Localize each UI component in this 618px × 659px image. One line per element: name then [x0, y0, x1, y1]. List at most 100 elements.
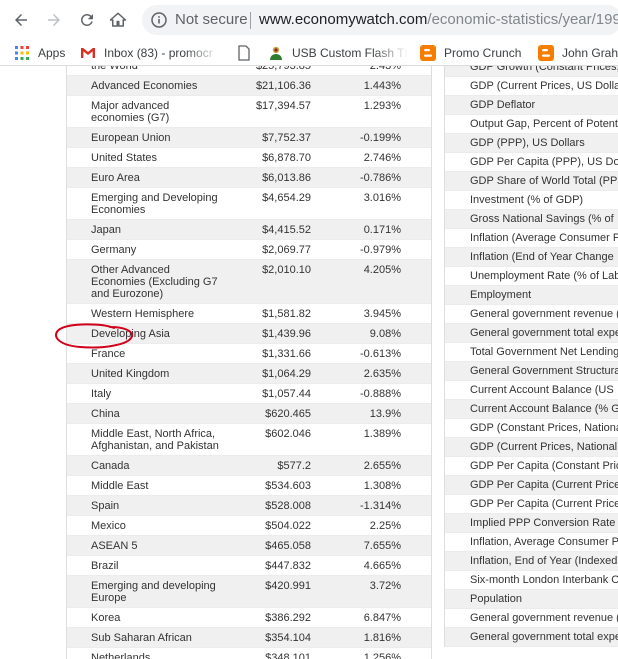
gdp-value: $2,010.10	[262, 264, 311, 276]
statistic-link[interactable]: Six-month London Interbank O	[445, 571, 618, 590]
country-name[interactable]: Netherlands	[67, 648, 225, 659]
gdp-value: $1,581.82	[262, 308, 311, 320]
statistic-link[interactable]: GDP (Current Prices, US Dolla	[445, 77, 618, 96]
table-row: Advanced Economies $21,106.36 1.443%	[67, 76, 431, 96]
statistic-link[interactable]: Current Account Balance (% G	[445, 400, 618, 419]
growth-percent: 1.816%	[363, 632, 401, 644]
gdp-value: $1,439.96	[262, 328, 311, 340]
growth-percent: 6.847%	[363, 612, 401, 624]
country-name[interactable]: Euro Area	[67, 168, 225, 187]
table-row: Germany $2,069.77 -0.979%	[67, 240, 431, 260]
bookmark-gmail[interactable]: Inbox (83) - promocr	[80, 44, 220, 62]
gdp-value: $534.603	[265, 480, 311, 492]
country-name[interactable]: Developing Asia	[67, 324, 225, 343]
country-name[interactable]: Japan	[67, 220, 225, 239]
gdp-value: $386.292	[265, 612, 311, 624]
gdp-value: $1,331.66	[262, 348, 311, 360]
url-text[interactable]: www.economywatch.com/economic-statistics…	[259, 11, 618, 28]
bookmark-john-graha[interactable]: John Graha	[538, 44, 618, 62]
country-name[interactable]: Spain	[67, 496, 225, 515]
country-name[interactable]: Brazil	[67, 556, 225, 575]
growth-percent: 13.9%	[369, 408, 401, 420]
growth-percent: 1.308%	[363, 480, 401, 492]
back-button[interactable]	[9, 8, 33, 32]
home-button[interactable]	[106, 8, 130, 32]
statistic-link[interactable]: Inflation (Average Consumer P	[445, 229, 618, 248]
gdp-value: $4,654.29	[262, 192, 311, 204]
statistic-link[interactable]: Employment	[445, 286, 618, 305]
country-name[interactable]: United Kingdom	[67, 364, 225, 383]
country-name[interactable]: France	[67, 344, 225, 363]
country-name[interactable]: the World	[67, 66, 225, 75]
statistic-link[interactable]: GDP Growth (Constant Prices,	[445, 66, 618, 77]
statistic-link[interactable]: Inflation (End of Year Change	[445, 248, 618, 267]
bookmark-usb-custom-flash[interactable]: USB Custom Flash Th	[268, 44, 408, 62]
browser-toolbar: Not secure www.economywatch.com/economic…	[0, 0, 618, 40]
table-row: Mexico $504.022 2.25%	[67, 516, 431, 536]
table-row: Brazil $447.832 4.665%	[67, 556, 431, 576]
blogger-icon	[538, 45, 554, 61]
forward-button[interactable]	[42, 8, 66, 32]
table-row: Middle East, North Africa, Afghanistan, …	[67, 424, 431, 456]
country-name[interactable]: Advanced Economies	[67, 76, 225, 95]
statistic-link[interactable]: GDP Per Capita (Current Price	[445, 476, 618, 495]
info-icon[interactable]	[151, 12, 167, 28]
statistic-link[interactable]: Implied PPP Conversion Rate	[445, 514, 618, 533]
statistic-link[interactable]: GDP Deflator	[445, 96, 618, 115]
table-row: Other Advanced Economies (Excluding G7 a…	[67, 260, 431, 304]
country-name[interactable]: Emerging and developing Europe	[67, 576, 225, 607]
statistic-link[interactable]: Investment (% of GDP)	[445, 191, 618, 210]
country-name[interactable]: Emerging and Developing Economies	[67, 188, 225, 219]
statistic-link[interactable]: Current Account Balance (US	[445, 381, 618, 400]
table-row: Western Hemisphere $1,581.82 3.945%	[67, 304, 431, 324]
statistic-link[interactable]: GDP Per Capita (Constant Pric	[445, 457, 618, 476]
country-name[interactable]: Major advanced economies (G7)	[67, 96, 225, 127]
gdp-value: $465.058	[265, 540, 311, 552]
country-name[interactable]: ASEAN 5	[67, 536, 225, 555]
country-name[interactable]: Korea	[67, 608, 225, 627]
bookmark-promo-crunch[interactable]: Promo Crunch	[420, 44, 521, 62]
gdp-value: $354.104	[265, 632, 311, 644]
country-name[interactable]: Canada	[67, 456, 225, 475]
country-name[interactable]: Italy	[67, 384, 225, 403]
statistic-link[interactable]: Inflation, Average Consumer P	[445, 533, 618, 552]
country-name[interactable]: Mexico	[67, 516, 225, 535]
statistic-link[interactable]: General government total expe	[445, 324, 618, 343]
statistic-link[interactable]: Output Gap, Percent of Potent	[445, 115, 618, 134]
country-name[interactable]: European Union	[67, 128, 225, 147]
country-name[interactable]: Other Advanced Economies (Excluding G7 a…	[67, 260, 225, 303]
growth-percent: 0.171%	[363, 224, 401, 236]
statistic-link[interactable]: Gross National Savings (% of	[445, 210, 618, 229]
table-row: the World $25,793.85 2.43%	[67, 66, 431, 76]
country-name[interactable]: Middle East, North Africa, Afghanistan, …	[67, 424, 225, 455]
statistic-link[interactable]: GDP (PPP), US Dollars	[445, 134, 618, 153]
growth-percent: -0.979%	[360, 244, 401, 256]
statistic-link[interactable]: General government revenue (	[445, 609, 618, 628]
country-name[interactable]: United States	[67, 148, 225, 167]
gdp-value: $504.022	[265, 520, 311, 532]
country-name[interactable]: Germany	[67, 240, 225, 259]
statistic-link[interactable]: GDP (Constant Prices, Nationa	[445, 419, 618, 438]
statistic-link[interactable]: GDP Share of World Total (PP	[445, 172, 618, 191]
page-gutter	[0, 66, 66, 659]
bookmark-page[interactable]	[236, 44, 260, 62]
statistic-link[interactable]: GDP (Current Prices, National	[445, 438, 618, 457]
security-status[interactable]: Not secure	[175, 11, 248, 28]
statistic-link[interactable]: GDP Per Capita (Current Price	[445, 495, 618, 514]
statistic-link[interactable]: GDP Per Capita (PPP), US Do	[445, 153, 618, 172]
statistic-link[interactable]: Total Government Net Lending	[445, 343, 618, 362]
statistic-link[interactable]: Inflation, End of Year (Indexed	[445, 552, 618, 571]
country-name[interactable]: China	[67, 404, 225, 423]
reload-button[interactable]	[75, 8, 99, 32]
country-name[interactable]: Middle East	[67, 476, 225, 495]
statistic-link[interactable]: Population	[445, 590, 618, 609]
country-name[interactable]: Western Hemisphere	[67, 304, 225, 323]
statistic-link[interactable]: General government total expe	[445, 628, 618, 647]
bookmark-apps[interactable]: Apps	[14, 44, 65, 62]
growth-percent: -1.314%	[360, 500, 401, 512]
country-name[interactable]: Sub Saharan African	[67, 628, 225, 647]
address-bar[interactable]: Not secure www.economywatch.com/economic…	[142, 5, 618, 35]
statistic-link[interactable]: Unemployment Rate (% of Lab	[445, 267, 618, 286]
statistic-link[interactable]: General government revenue (	[445, 305, 618, 324]
statistic-link[interactable]: General Government Structura	[445, 362, 618, 381]
